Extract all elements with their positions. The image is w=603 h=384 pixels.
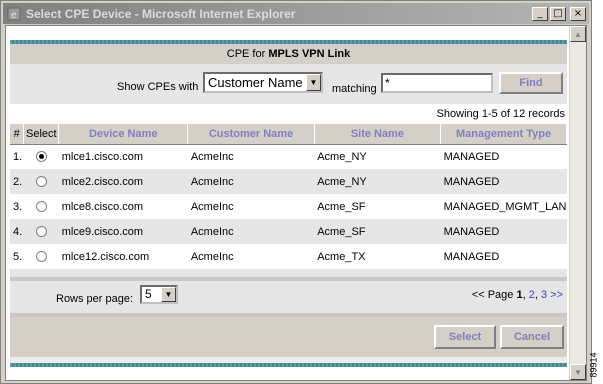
radio-button[interactable] [35, 201, 47, 213]
col-management-type[interactable]: Management Type [440, 124, 567, 145]
table-footer-gap [10, 269, 567, 277]
page-navigation: << Page 1, 2, 3 >> [472, 289, 563, 301]
customer-name-cell: AcmeInc [187, 169, 315, 194]
device-name-cell: mlce1.cisco.com [58, 144, 188, 169]
col-customer-name[interactable]: Customer Name [187, 124, 315, 145]
figure-id: 89914 [589, 348, 603, 382]
figure-id-text: 89914 [588, 352, 599, 378]
site-name-cell: Acme_SF [314, 219, 441, 244]
col-number: # [10, 124, 25, 145]
site-name-cell: Acme_NY [314, 144, 441, 169]
radio-button[interactable] [35, 151, 47, 163]
customer-name-cell: AcmeInc [187, 194, 315, 219]
device-name-cell: mlce2.cisco.com [58, 169, 188, 194]
device-name-cell: mlce8.cisco.com [58, 194, 188, 219]
title-bar: e Select CPE Device - Microsoft Internet… [3, 3, 589, 24]
rows-per-page-select[interactable]: 5 ▼ [140, 285, 178, 304]
col-select: Select [23, 124, 60, 145]
radio-button[interactable] [35, 176, 47, 188]
search-input[interactable]: * [381, 73, 493, 93]
cpe-dialog: CPE for MPLS VPN Link Show CPEs with Cus… [10, 40, 567, 367]
close-button[interactable]: × [570, 6, 586, 21]
minimize-button[interactable]: _ [532, 6, 548, 21]
management-type-cell: MANAGED [440, 219, 567, 244]
device-name-cell: mlce12.cisco.com [58, 244, 188, 269]
cancel-button[interactable]: Cancel [500, 325, 564, 349]
window-title: Select CPE Device - Microsoft Internet E… [26, 6, 296, 21]
row-select-radio[interactable] [23, 169, 59, 194]
dialog-header: CPE for MPLS VPN Link [10, 44, 567, 64]
scroll-down-arrow-icon[interactable]: ▼ [570, 364, 586, 380]
chevron-down-icon[interactable]: ▼ [161, 287, 176, 302]
pager-bar: Rows per page: 5 ▼ << Page 1, 2, 3 >> [10, 281, 567, 313]
radio-button[interactable] [35, 226, 47, 238]
table-row[interactable]: 3. mlce8.cisco.com AcmeInc Acme_SF MANAGED_M… [10, 194, 567, 219]
action-bar: Select Cancel [10, 317, 567, 357]
col-site-name[interactable]: Site Name [314, 124, 442, 145]
ie-window: e Select CPE Device - Microsoft Internet… [0, 0, 592, 384]
device-name-cell: mlce9.cisco.com [58, 219, 188, 244]
col-device-name[interactable]: Device Name [58, 124, 189, 145]
cpe-table: # Select Device Name Customer Name Site … [10, 124, 567, 269]
page-prefix: << Page [471, 289, 517, 301]
matching-label: matching [332, 83, 377, 95]
svg-text:e: e [11, 10, 17, 21]
row-number: 1. [10, 144, 24, 169]
table-row[interactable]: 1. mlce1.cisco.com AcmeInc Acme_NY MANAGED [10, 144, 567, 169]
row-select-radio[interactable] [23, 219, 59, 244]
maximize-button[interactable]: □ [550, 6, 566, 21]
site-name-cell: Acme_SF [314, 194, 441, 219]
filter-bar: Show CPEs with Customer Name ▼ matching … [10, 64, 567, 104]
filter-field-value: Customer Name [208, 75, 303, 90]
link-name: MPLS VPN Link [268, 48, 351, 60]
radio-button[interactable] [35, 251, 47, 263]
site-name-cell: Acme_TX [314, 244, 441, 269]
browser-content: ▲ ▼ CPE for MPLS VPN Link Show CPEs with… [5, 25, 587, 381]
row-number: 4. [10, 219, 24, 244]
scroll-up-arrow-icon[interactable]: ▲ [570, 26, 586, 42]
row-number: 3. [10, 194, 24, 219]
filter-field-select[interactable]: Customer Name ▼ [203, 72, 323, 93]
ie-icon: e [6, 6, 22, 22]
header-prefix: CPE for [226, 48, 269, 60]
next-page-link[interactable]: >> [547, 289, 563, 301]
select-button[interactable]: Select [434, 325, 496, 349]
find-button[interactable]: Find [499, 72, 563, 94]
chevron-down-icon[interactable]: ▼ [306, 74, 321, 91]
bottom-rule [10, 363, 567, 367]
table-row[interactable]: 4. mlce9.cisco.com AcmeInc Acme_SF MANAGED [10, 219, 567, 244]
table-row[interactable]: 5. mlce12.cisco.com AcmeInc Acme_TX MANAGED [10, 244, 567, 269]
row-select-radio[interactable] [23, 144, 59, 169]
row-number: 5. [10, 244, 24, 269]
customer-name-cell: AcmeInc [187, 219, 315, 244]
row-number: 2. [10, 169, 24, 194]
records-count: Showing 1-5 of 12 records [10, 104, 567, 124]
row-select-radio[interactable] [23, 244, 59, 269]
show-label: Show CPEs with [117, 81, 199, 93]
customer-name-cell: AcmeInc [187, 244, 315, 269]
table-header-row: # Select Device Name Customer Name Site … [10, 124, 567, 145]
rows-per-page-value: 5 [145, 287, 152, 301]
management-type-cell: MANAGED [440, 244, 567, 269]
management-type-cell: MANAGED [440, 144, 567, 169]
rows-per-page-label: Rows per page: [56, 293, 134, 305]
table-row[interactable]: 2. mlce2.cisco.com AcmeInc Acme_NY MANAGED [10, 169, 567, 194]
management-type-cell: MANAGED [440, 169, 567, 194]
row-select-radio[interactable] [23, 194, 59, 219]
site-name-cell: Acme_NY [314, 169, 441, 194]
management-type-cell: MANAGED_MGMT_LAN [440, 194, 567, 219]
customer-name-cell: AcmeInc [187, 144, 315, 169]
vertical-scrollbar[interactable]: ▲ ▼ [569, 26, 586, 380]
